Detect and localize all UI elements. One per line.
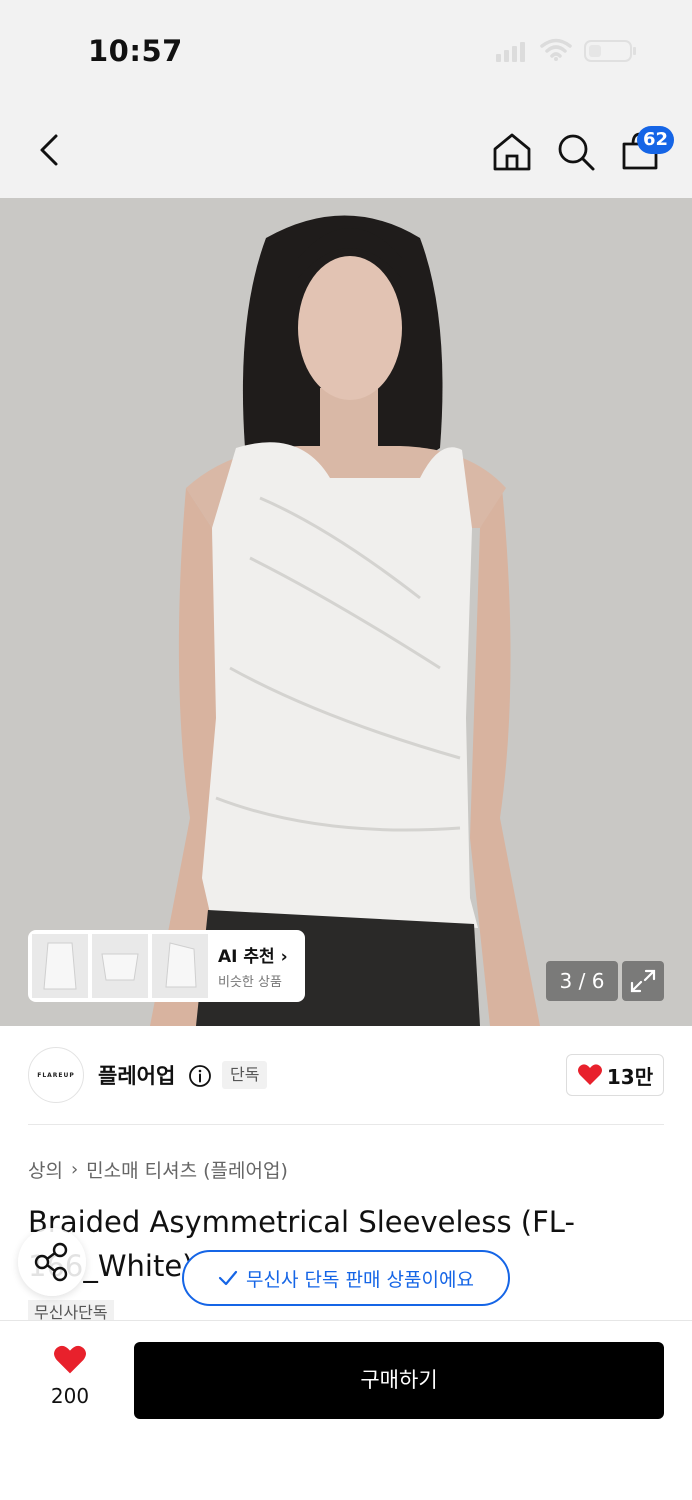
brand-like-button[interactable]: 13만 [566, 1054, 664, 1096]
heart-icon [54, 1345, 86, 1374]
share-icon [34, 1242, 68, 1282]
share-button[interactable] [18, 1228, 86, 1296]
brand-name[interactable]: 플레어업 [98, 1060, 175, 1090]
expand-icon[interactable] [622, 961, 664, 1001]
search-icon[interactable] [554, 130, 598, 174]
breadcrumb: 상의 › 민소매 티셔츠 (플레어업) [28, 1156, 288, 1183]
divider [28, 1124, 664, 1125]
breadcrumb-subcategory[interactable]: 민소매 티셔츠 (플레어업) [86, 1156, 288, 1183]
check-icon [218, 1270, 238, 1286]
home-icon[interactable] [490, 130, 534, 174]
toast-text: 무신사 단독 판매 상품이에요 [246, 1268, 474, 1291]
back-arrow-icon[interactable] [30, 130, 70, 170]
info-icon[interactable] [188, 1064, 212, 1088]
ai-recommendation-card[interactable]: AI 추천 › 비슷한 상품 [28, 930, 305, 1002]
ai-recommendation-text: AI 추천 › 비슷한 상품 [218, 942, 288, 990]
recommended-item-thumbnail[interactable] [92, 934, 148, 998]
exclusive-notice-toast: 무신사 단독 판매 상품이에요 [182, 1250, 510, 1306]
product-image[interactable] [0, 198, 692, 1026]
heart-icon [577, 1064, 602, 1085]
brand-like-count: 13만 [606, 1064, 654, 1089]
ai-recommendation-subtitle: 비슷한 상품 [218, 975, 282, 990]
brand-logo[interactable]: FLAREUP [28, 1047, 84, 1103]
product-photo-illustration [0, 198, 692, 1026]
battery-icon [584, 40, 636, 62]
status-bar: 10:57 [0, 0, 692, 100]
wifi-icon [540, 38, 572, 61]
ai-recommendation-title: AI 추천 [218, 947, 275, 967]
status-time: 10:57 [88, 34, 183, 68]
product-like-button[interactable]: 200 [40, 1344, 100, 1408]
buy-button[interactable]: 구매하기 [134, 1342, 664, 1419]
cart-count-badge: 62 [637, 126, 675, 154]
cellular-signal-icon [496, 40, 525, 62]
chevron-right-icon: › [280, 947, 288, 967]
image-counter: 3 / 6 [546, 961, 618, 1001]
top-navigation [0, 100, 692, 198]
product-like-count: 200 [50, 1384, 90, 1408]
recommended-item-thumbnail[interactable] [32, 934, 88, 998]
brand-exclusive-tag: 단독 [222, 1061, 268, 1089]
recommended-item-thumbnail[interactable] [152, 934, 208, 998]
breadcrumb-category[interactable]: 상의 [28, 1156, 63, 1183]
chevron-right-icon: › [70, 1159, 79, 1180]
